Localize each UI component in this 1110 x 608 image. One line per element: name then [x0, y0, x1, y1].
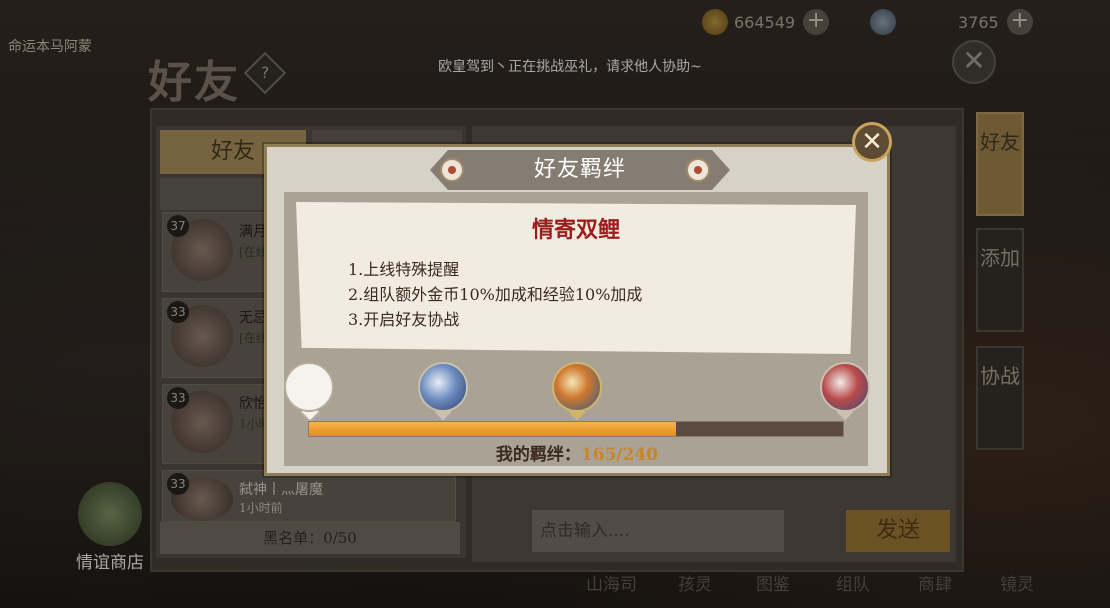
milestone-portrait-icon[interactable] — [552, 362, 602, 421]
milestone-portrait-icon[interactable] — [418, 362, 468, 421]
milestone-portrait-icon[interactable] — [820, 362, 870, 421]
bond-level-title: 情寄双鲤 — [531, 217, 620, 243]
close-modal-button[interactable]: ✕ — [852, 122, 892, 162]
modal-title: 好友羁绊 — [533, 157, 626, 182]
bond-progress-label: 我的羁绊：165/240 — [264, 440, 890, 465]
perk-item: 3.开启好友协战 — [348, 310, 460, 329]
bond-value: 165/240 — [580, 445, 659, 465]
perk-item: 2.组队额外金币10%加成和经验10%加成 — [348, 285, 643, 304]
milestone-empty[interactable] — [284, 362, 334, 423]
bond-progress-bar — [308, 421, 844, 437]
perk-item: 1.上线特殊提醒 — [348, 260, 460, 279]
bond-label-text: 我的羁绊： — [495, 445, 581, 465]
bond-progress-fill — [309, 422, 677, 436]
